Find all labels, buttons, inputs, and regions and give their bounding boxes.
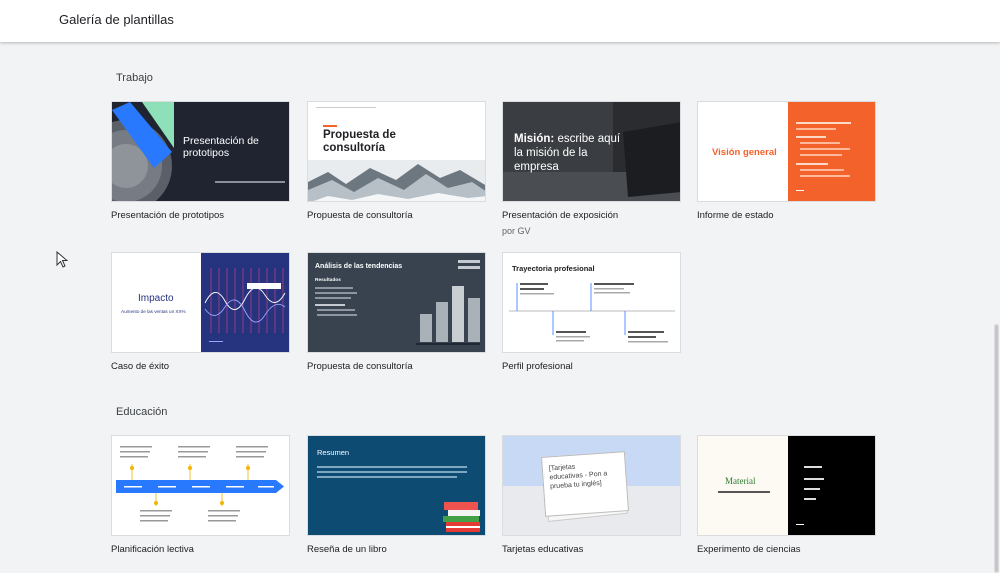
template-card-experimento-ciencias[interactable]: Material Experimento de ciencias — [697, 435, 876, 555]
thumb-subtitle: Aumento de las ventas un XX% — [121, 309, 186, 314]
lesson-timeline-artwork — [116, 446, 284, 522]
scrollbar[interactable] — [992, 42, 1000, 573]
template-card-presentacion-exposicion[interactable]: Misión: escribe aquí la misión de la emp… — [502, 101, 681, 236]
thumb-title: Material — [725, 476, 756, 486]
wave-chart-artwork — [201, 253, 289, 352]
thumb-title-line2: la misión de la — [514, 147, 588, 159]
template-thumbnail[interactable]: Presentación de prototipos — [111, 101, 290, 202]
template-thumbnail[interactable]: Misión: escribe aquí la misión de la emp… — [502, 101, 681, 202]
mountains-artwork — [308, 160, 485, 201]
template-thumbnail[interactable]: Propuesta de consultoría — [307, 101, 486, 202]
thumb-title-line3: empresa — [514, 161, 559, 173]
timeline-artwork — [509, 283, 675, 343]
template-card-propuesta-consultoria[interactable]: Propuesta de consultoría Propuesta de co… — [307, 101, 486, 221]
books-artwork — [443, 502, 480, 532]
template-thumbnail[interactable]: Trayectoria profesional — [502, 252, 681, 353]
template-caption[interactable]: Informe de estado — [697, 210, 876, 221]
bar-chart-artwork — [416, 286, 480, 345]
template-card-resena-libro[interactable]: Resumen Reseña de un libro — [307, 435, 486, 555]
template-caption[interactable]: Tarjetas educativas — [502, 544, 681, 555]
template-thumbnail[interactable]: Análisis de las tendencias Resultados — [307, 252, 486, 353]
template-caption[interactable]: Caso de éxito — [111, 361, 290, 372]
thumb-title-line2: prototipos — [183, 147, 230, 159]
thumb-bold: Misión: — [514, 133, 555, 145]
template-card-propuesta-consultoria-2[interactable]: Análisis de las tendencias Resultados Pr… — [307, 252, 486, 372]
template-caption[interactable]: Propuesta de consultoría — [307, 361, 486, 372]
template-thumbnail[interactable] — [111, 435, 290, 536]
template-thumbnail[interactable]: Visión general — [697, 101, 876, 202]
flashcard: [Tarjetas educativas - Pon a prueba tu i… — [541, 451, 629, 517]
mouse-pointer-icon — [56, 251, 68, 268]
top-bar: Galería de plantillas — [0, 0, 1000, 42]
template-card-informe-estado[interactable]: Visión general Informe de estado — [697, 101, 876, 221]
template-caption[interactable]: Presentación de exposición — [502, 210, 681, 221]
template-card-presentacion-prototipos[interactable]: Presentación de prototipos Presentación … — [111, 101, 290, 221]
thumb-title: Visión general — [712, 147, 777, 158]
thumb-title: Análisis de las tendencias — [315, 263, 403, 270]
template-card-perfil-profesional[interactable]: Trayectoria profesional Perfil profesion… — [502, 252, 681, 372]
thumb-title: Impacto — [138, 293, 174, 304]
template-caption[interactable]: Perfil profesional — [502, 361, 681, 372]
thumb-title-line1: Presentación de — [183, 135, 259, 147]
thumb-title-line2: consultoría — [323, 142, 385, 154]
template-thumbnail[interactable]: Impacto Aumento de las ventas un XX% — [111, 252, 290, 353]
section-title-trabajo: Trabajo — [116, 72, 153, 84]
template-thumbnail[interactable]: [Tarjetas educativas - Pon a prueba tu i… — [502, 435, 681, 536]
orange-panel — [788, 102, 875, 201]
thumb-header-line — [316, 107, 376, 108]
template-author: por GV — [502, 226, 531, 236]
scrollbar-thumb[interactable] — [994, 324, 999, 573]
thumb-title-line1: Propuesta de — [323, 129, 396, 141]
template-card-tarjetas-educativas[interactable]: [Tarjetas educativas - Pon a prueba tu i… — [502, 435, 681, 555]
thumb-title-line1: escribe aquí — [557, 133, 621, 145]
template-card-caso-exito[interactable]: Impacto Aumento de las ventas un XX% Cas… — [111, 252, 290, 372]
thumb-subtitle-line — [215, 181, 285, 183]
template-thumbnail[interactable]: Material — [697, 435, 876, 536]
template-caption[interactable]: Reseña de un libro — [307, 544, 486, 555]
template-caption[interactable]: Experimento de ciencias — [697, 544, 876, 555]
accent-bar — [323, 125, 337, 127]
page-title: Galería de plantillas — [59, 12, 174, 27]
black-panel — [788, 436, 875, 535]
template-thumbnail[interactable]: Resumen — [307, 435, 486, 536]
thumb-title: Resumen — [317, 448, 350, 457]
template-caption[interactable]: Propuesta de consultoría — [307, 210, 486, 221]
template-caption[interactable]: Presentación de prototipos — [111, 210, 290, 221]
thumb-subtitle: Resultados — [315, 278, 341, 283]
template-card-planificacion-lectiva[interactable]: Planificación lectiva — [111, 435, 290, 555]
thumb-title: Trayectoria profesional — [512, 264, 595, 273]
template-caption[interactable]: Planificación lectiva — [111, 544, 290, 555]
section-title-educacion: Educación — [116, 406, 168, 418]
